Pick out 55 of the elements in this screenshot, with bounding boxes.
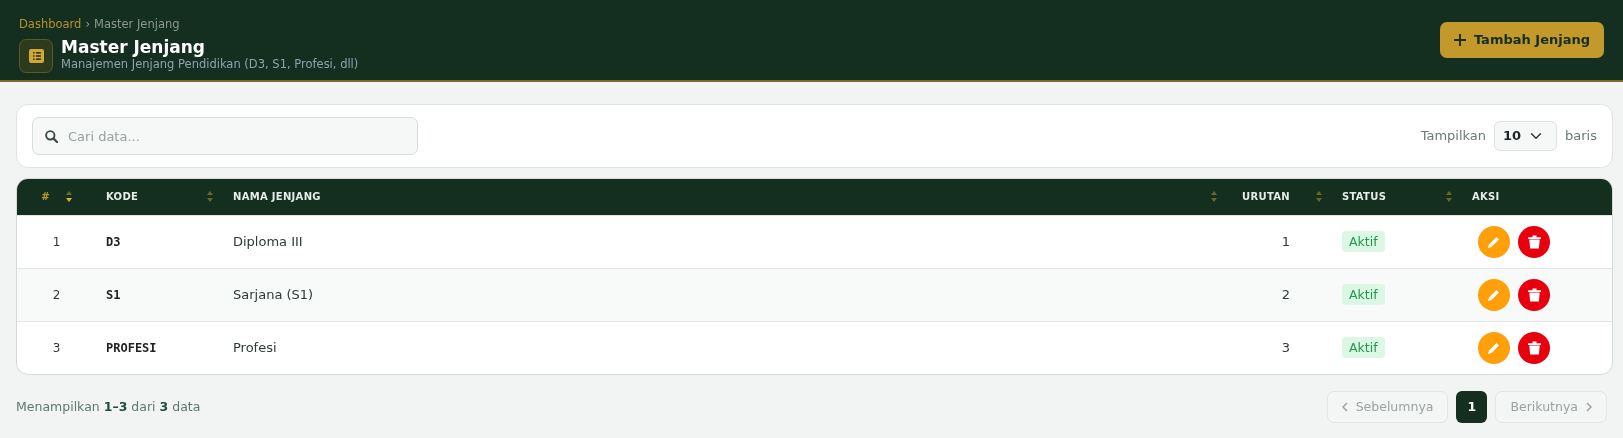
trash-icon <box>1527 340 1541 355</box>
page-size-label: Tampilkan <box>1420 127 1487 146</box>
search-field[interactable]: Cari data... <box>32 117 418 155</box>
column-header[interactable]: NAMA JENJANG <box>233 189 321 205</box>
summary-text: Menampilkan 1–3 dari 3 data <box>16 397 201 416</box>
table-cell: Sarjana (S1) <box>223 268 1227 321</box>
sort-icon <box>207 191 213 203</box>
column-header-cell[interactable]: STATUS <box>1332 179 1462 215</box>
column-header: AKSI <box>1472 190 1500 205</box>
column-header-cell[interactable]: KODE <box>96 179 223 215</box>
delete-button[interactable] <box>1518 225 1550 258</box>
order-number: 1 <box>1281 233 1290 249</box>
column-header[interactable]: STATUS <box>1342 189 1387 205</box>
status-badge: Aktif <box>1342 336 1385 358</box>
code-text: S1 <box>106 287 121 302</box>
status-badge: Aktif <box>1342 230 1385 252</box>
column-header-cell[interactable]: # <box>17 179 96 215</box>
delete-button[interactable] <box>1518 278 1550 311</box>
delete-button[interactable] <box>1518 331 1550 364</box>
trash-icon <box>1527 287 1541 302</box>
order-number: 3 <box>1281 340 1290 355</box>
plus-icon <box>1453 34 1466 46</box>
pencil-icon <box>1487 340 1501 355</box>
column-header[interactable]: # <box>41 189 50 205</box>
code-text: D3 <box>106 234 121 249</box>
sort-icon <box>1211 191 1217 203</box>
breadcrumb-separator: › <box>85 16 90 34</box>
sort-icon <box>1316 191 1322 203</box>
trash-icon <box>1527 234 1541 249</box>
page-subtitle: Manajemen Jenjang Pendidikan (D3, S1, Profesi, dll) <box>61 57 359 74</box>
column-header-cell[interactable]: NAMA JENJANG <box>223 179 1227 215</box>
column-header[interactable]: KODE <box>106 189 139 205</box>
code-text: PROFESI <box>106 341 157 355</box>
page-title: Master Jenjang <box>61 37 206 57</box>
breadcrumb-link[interactable]: Dashboard <box>19 16 82 34</box>
chevron-right-icon <box>1586 402 1592 412</box>
page-size-suffix: baris <box>1565 127 1597 146</box>
order-number: 2 <box>1281 286 1290 302</box>
search-icon <box>45 130 58 143</box>
page-size-select[interactable]: 10 <box>1494 121 1558 151</box>
row-number: 2 <box>17 268 96 321</box>
sort-descending-icon <box>65 191 72 203</box>
column-header-cell[interactable]: URUTAN <box>1227 179 1332 215</box>
pencil-icon <box>1487 287 1501 302</box>
chevron-left-icon <box>1341 402 1348 412</box>
row-number: 3 <box>17 321 96 374</box>
sort-icon <box>1446 191 1452 203</box>
column-header[interactable]: URUTAN <box>1242 189 1290 205</box>
table-icon <box>19 38 53 73</box>
status-badge: Aktif <box>1342 283 1385 305</box>
add-button[interactable]: Tambah Jenjang <box>1439 22 1604 58</box>
table-cell: Profesi <box>223 321 1227 374</box>
pencil-icon <box>1487 234 1501 249</box>
breadcrumb-current: Master Jenjang <box>94 16 180 34</box>
page-button[interactable]: 1 <box>1456 391 1488 423</box>
